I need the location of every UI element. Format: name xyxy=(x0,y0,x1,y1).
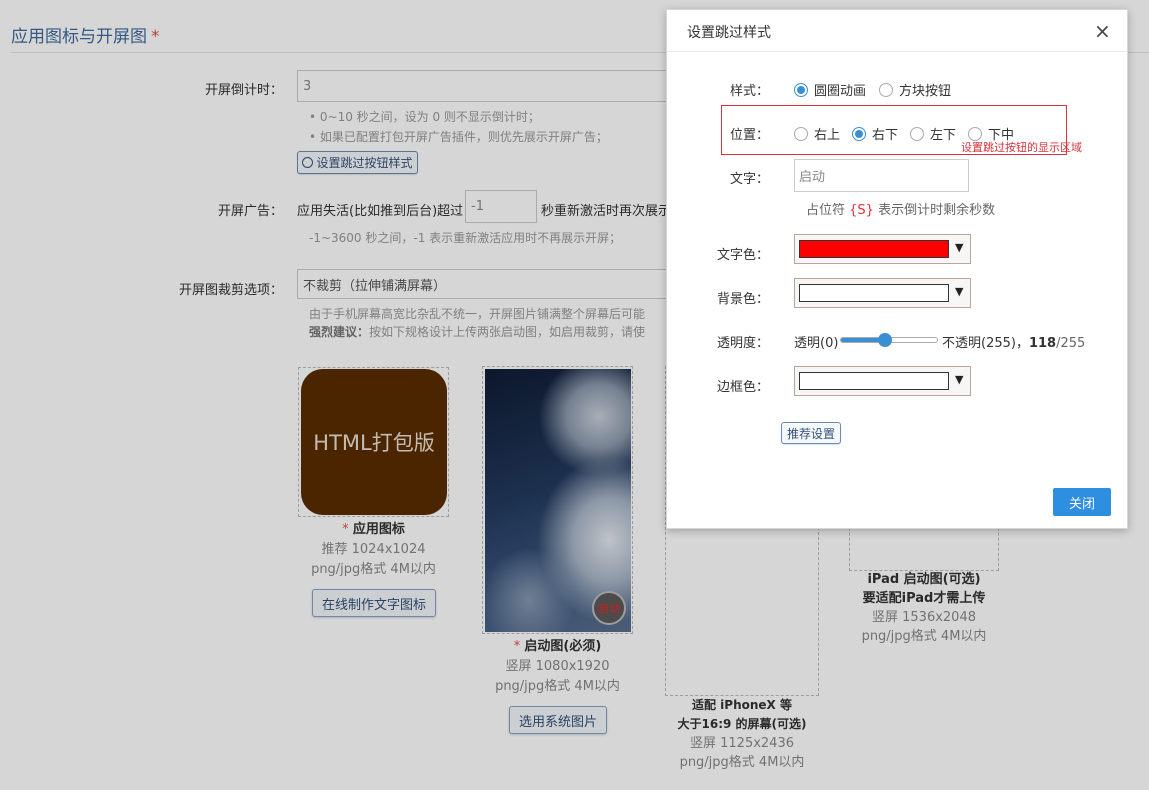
border-color-swatch xyxy=(799,372,949,390)
dialog-title: 设置跳过样式 xyxy=(687,25,771,41)
text-color-label: 文字色： xyxy=(716,248,769,263)
skip-text-input[interactable]: 启动 xyxy=(794,159,969,192)
close-icon[interactable]: × xyxy=(1094,19,1111,43)
text-label: 文字： xyxy=(729,172,769,187)
position-option-bottom-left[interactable]: 左下 xyxy=(910,124,956,143)
radio-icon[interactable] xyxy=(910,126,924,141)
text-color-picker[interactable]: ▼ xyxy=(794,234,971,264)
position-option-top-right[interactable]: 右上 xyxy=(794,124,840,143)
opacity-min-label: 透明(0) xyxy=(794,336,839,351)
position-note: 设置跳过按钮的显示区域 xyxy=(961,141,1082,154)
border-color-label: 边框色： xyxy=(716,380,769,395)
opacity-label: 透明度： xyxy=(716,336,769,351)
opacity-readout: 不透明(255)，118/255 xyxy=(942,336,1086,351)
bg-color-picker[interactable]: ▼ xyxy=(794,278,971,308)
radio-icon[interactable] xyxy=(879,82,893,97)
opacity-slider-thumb[interactable] xyxy=(878,333,893,347)
dropdown-arrow-icon: ▼ xyxy=(955,285,964,298)
skip-style-dialog: 设置跳过样式 × 样式： 圆圈动画 方块按钮 位置： 右上 右下 左下 下中 设… xyxy=(666,9,1128,529)
radio-selected-icon[interactable] xyxy=(852,126,866,141)
style-option-circle[interactable]: 圆圈动画 xyxy=(794,80,866,99)
radio-icon[interactable] xyxy=(794,126,808,141)
radio-selected-icon[interactable] xyxy=(794,82,808,97)
style-option-square[interactable]: 方块按钮 xyxy=(879,80,951,99)
dialog-header: 设置跳过样式 × xyxy=(667,10,1127,52)
position-option-bottom-right[interactable]: 右下 xyxy=(852,124,898,143)
position-label: 位置： xyxy=(729,128,769,143)
dialog-close-button[interactable]: 关闭 xyxy=(1053,488,1111,516)
opacity-slider-track[interactable] xyxy=(840,333,938,347)
dropdown-arrow-icon: ▼ xyxy=(955,373,964,386)
border-color-picker[interactable]: ▼ xyxy=(794,366,971,396)
dropdown-arrow-icon: ▼ xyxy=(955,241,964,254)
bg-color-label: 背景色： xyxy=(716,292,769,307)
style-label: 样式： xyxy=(729,84,769,99)
text-color-swatch xyxy=(799,240,949,258)
bg-color-swatch xyxy=(799,284,949,302)
text-hint: 占位符 {S} 表示倒计时剩余秒数 xyxy=(806,203,996,218)
recommend-settings-button[interactable]: 推荐设置 xyxy=(781,422,841,444)
